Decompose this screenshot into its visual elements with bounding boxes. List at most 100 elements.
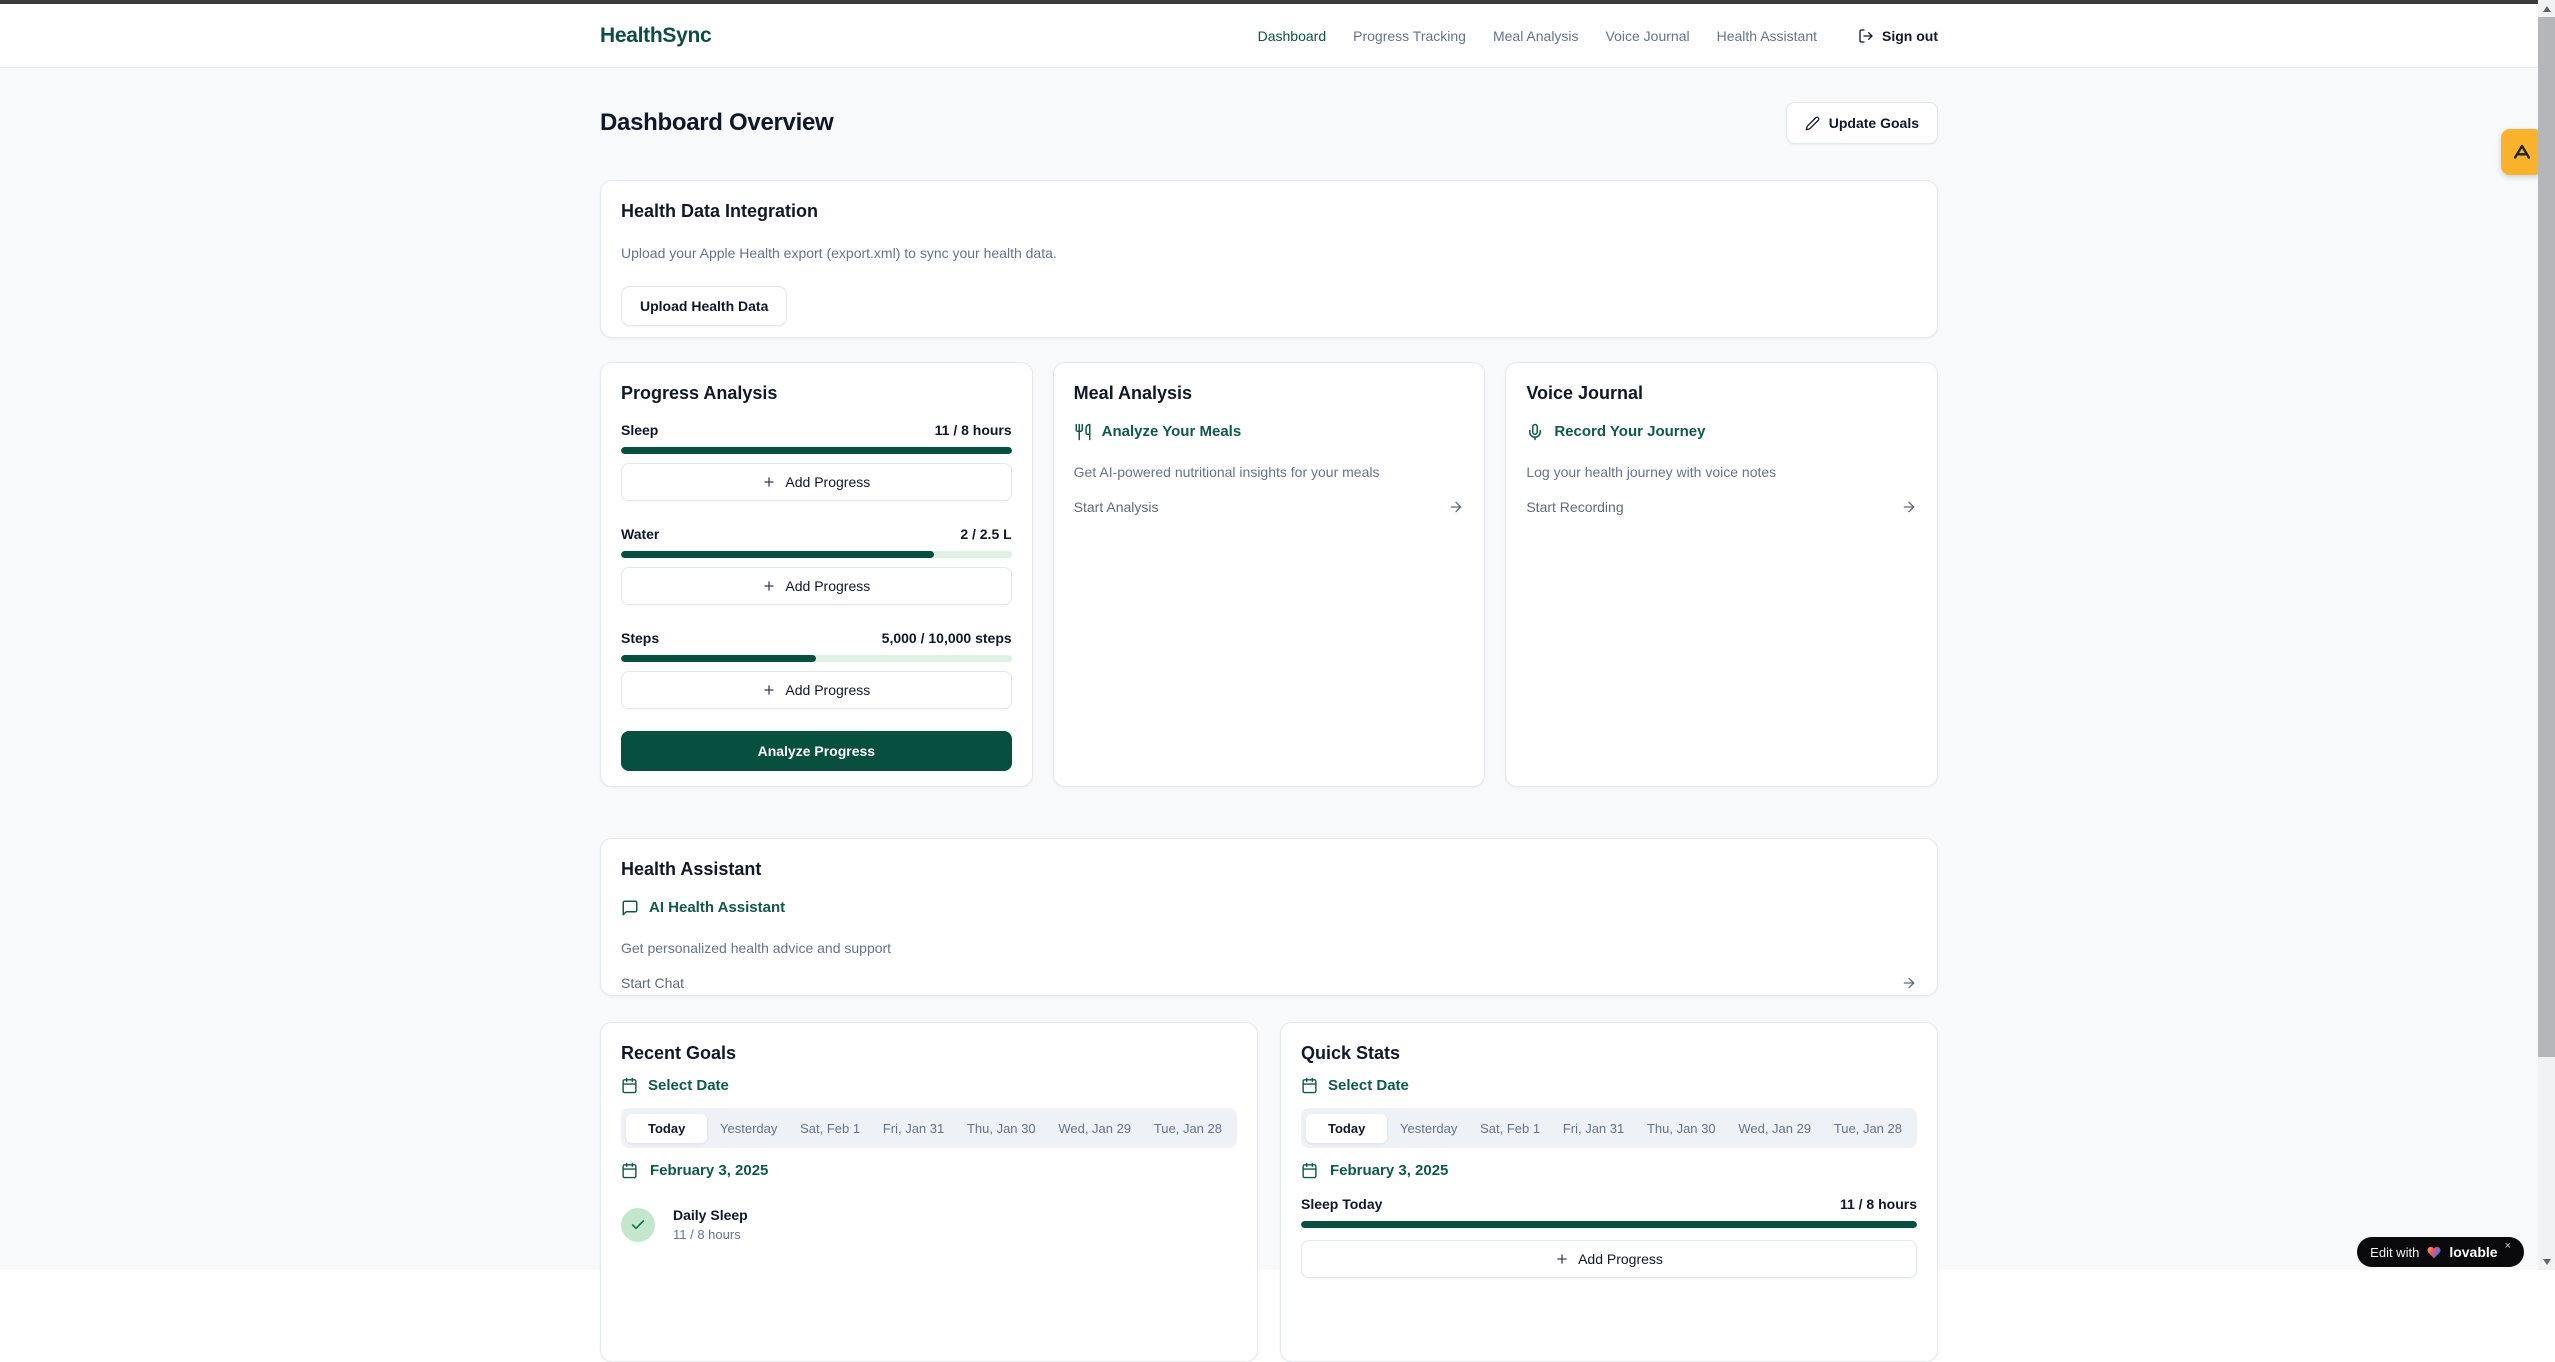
tab-wed-jan-29[interactable]: Wed, Jan 29 bbox=[1048, 1114, 1141, 1143]
select-date-label: Select Date bbox=[1328, 1077, 1409, 1094]
calendar-icon bbox=[621, 1077, 638, 1094]
logout-icon bbox=[1858, 28, 1874, 44]
quick-stats-title: Quick Stats bbox=[1301, 1041, 1917, 1065]
tab-fri-jan-31[interactable]: Fri, Jan 31 bbox=[873, 1114, 954, 1143]
edit-with-lovable-badge[interactable]: Edit with lovable × bbox=[2357, 1237, 2524, 1267]
start-analysis-label: Start Analysis bbox=[1074, 499, 1159, 515]
quick-stats-date-tabs: Today Yesterday Sat, Feb 1 Fri, Jan 31 T… bbox=[1301, 1108, 1917, 1148]
tab-tue-jan-28[interactable]: Tue, Jan 28 bbox=[1144, 1114, 1232, 1143]
arrow-right-icon bbox=[1901, 975, 1917, 991]
sleep-progress-fill bbox=[621, 447, 1012, 454]
add-progress-label: Add Progress bbox=[1578, 1251, 1663, 1267]
sleep-today-track bbox=[1301, 1221, 1917, 1228]
tab-wed-jan-29[interactable]: Wed, Jan 29 bbox=[1728, 1114, 1821, 1143]
health-data-title: Health Data Integration bbox=[621, 199, 1917, 223]
metric-water-label: Water bbox=[621, 525, 659, 544]
tab-fri-jan-31[interactable]: Fri, Jan 31 bbox=[1553, 1114, 1634, 1143]
vertical-scrollbar[interactable] bbox=[2538, 0, 2555, 1270]
recent-goals-title: Recent Goals bbox=[621, 1041, 1237, 1065]
start-recording-row[interactable]: Start Recording bbox=[1526, 499, 1917, 515]
pencil-icon bbox=[1805, 116, 1820, 131]
water-progress-fill bbox=[621, 551, 934, 558]
lovable-name-label: lovable bbox=[2449, 1244, 2497, 1260]
tab-thu-jan-30[interactable]: Thu, Jan 30 bbox=[1637, 1114, 1726, 1143]
sleep-progress-track bbox=[621, 447, 1012, 454]
add-progress-steps-button[interactable]: Add Progress bbox=[621, 671, 1012, 709]
app-root: HealthSync Dashboard Progress Tracking M… bbox=[0, 4, 2538, 1270]
metric-steps-value: 5,000 / 10,000 steps bbox=[882, 629, 1012, 648]
arrow-right-icon bbox=[1448, 499, 1464, 515]
health-assistant-title: Health Assistant bbox=[621, 857, 1917, 881]
metric-sleep-value: 11 / 8 hours bbox=[935, 421, 1012, 440]
goal-name: Daily Sleep bbox=[673, 1207, 748, 1223]
progress-analysis-title: Progress Analysis bbox=[621, 381, 1012, 405]
tab-yesterday[interactable]: Yesterday bbox=[710, 1114, 787, 1143]
nav-item-dashboard[interactable]: Dashboard bbox=[1258, 28, 1327, 44]
recent-goals-card: Recent Goals Select Date Today Yesterday… bbox=[600, 1022, 1258, 1362]
sign-out-button[interactable]: Sign out bbox=[1858, 28, 1938, 44]
scrollbar-up-arrow[interactable] bbox=[2538, 0, 2555, 17]
record-your-journey-label: Record Your Journey bbox=[1554, 421, 1705, 443]
analyze-your-meals-link[interactable]: Analyze Your Meals bbox=[1074, 421, 1465, 443]
nav-item-voice-journal[interactable]: Voice Journal bbox=[1606, 28, 1690, 44]
update-goals-button[interactable]: Update Goals bbox=[1786, 102, 1938, 144]
analyze-progress-button[interactable]: Analyze Progress bbox=[621, 731, 1012, 771]
plus-icon bbox=[762, 683, 776, 697]
lovable-close-icon[interactable]: × bbox=[2505, 1240, 2511, 1252]
start-chat-row[interactable]: Start Chat bbox=[621, 975, 1917, 991]
chat-bubble-icon bbox=[621, 899, 639, 917]
tab-yesterday[interactable]: Yesterday bbox=[1390, 1114, 1467, 1143]
voice-journal-title: Voice Journal bbox=[1526, 381, 1917, 405]
tab-sat-feb-1[interactable]: Sat, Feb 1 bbox=[790, 1114, 870, 1143]
tab-tue-jan-28[interactable]: Tue, Jan 28 bbox=[1824, 1114, 1912, 1143]
calendar-icon bbox=[621, 1162, 638, 1179]
upload-health-data-button[interactable]: Upload Health Data bbox=[621, 286, 787, 326]
nav-item-progress-tracking[interactable]: Progress Tracking bbox=[1353, 28, 1466, 44]
main-nav: Dashboard Progress Tracking Meal Analysi… bbox=[1258, 28, 1938, 44]
nav-item-health-assistant[interactable]: Health Assistant bbox=[1717, 28, 1817, 44]
lovable-prefix-label: Edit with bbox=[2370, 1245, 2419, 1260]
recent-goals-current-date: February 3, 2025 bbox=[621, 1162, 1237, 1179]
meal-analysis-description: Get AI-powered nutritional insights for … bbox=[1074, 463, 1465, 481]
goal-item-daily-sleep: Daily Sleep 11 / 8 hours bbox=[621, 1207, 1237, 1242]
metric-steps-label: Steps bbox=[621, 629, 659, 648]
start-recording-label: Start Recording bbox=[1526, 499, 1623, 515]
extension-logo-icon bbox=[2511, 141, 2533, 163]
quick-stats-add-progress-button[interactable]: Add Progress bbox=[1301, 1240, 1917, 1278]
water-progress-track bbox=[621, 551, 1012, 558]
metric-sleep: Sleep 11 / 8 hours Add Progress bbox=[621, 421, 1012, 501]
quick-stats-select-date[interactable]: Select Date bbox=[1301, 1077, 1917, 1094]
extension-badge-button[interactable] bbox=[2501, 129, 2543, 175]
tab-today[interactable]: Today bbox=[626, 1114, 707, 1143]
sleep-today-fill bbox=[1301, 1221, 1917, 1228]
scrollbar-thumb[interactable] bbox=[2538, 17, 2555, 1057]
steps-progress-fill bbox=[621, 655, 816, 662]
tab-today[interactable]: Today bbox=[1306, 1114, 1387, 1143]
mic-icon bbox=[1526, 423, 1544, 441]
steps-progress-track bbox=[621, 655, 1012, 662]
tab-thu-jan-30[interactable]: Thu, Jan 30 bbox=[957, 1114, 1046, 1143]
header: HealthSync Dashboard Progress Tracking M… bbox=[0, 4, 2538, 68]
utensils-icon bbox=[1074, 423, 1092, 441]
scrollbar-down-arrow[interactable] bbox=[2538, 1253, 2555, 1270]
voice-journal-description: Log your health journey with voice notes bbox=[1526, 463, 1917, 481]
nav-item-meal-analysis[interactable]: Meal Analysis bbox=[1493, 28, 1579, 44]
analyze-progress-label: Analyze Progress bbox=[758, 743, 876, 759]
tab-sat-feb-1[interactable]: Sat, Feb 1 bbox=[1470, 1114, 1550, 1143]
add-progress-water-button[interactable]: Add Progress bbox=[621, 567, 1012, 605]
brand-logo: HealthSync bbox=[600, 24, 711, 48]
recent-goals-select-date[interactable]: Select Date bbox=[621, 1077, 1237, 1094]
ai-health-assistant-link[interactable]: AI Health Assistant bbox=[621, 897, 1917, 919]
start-chat-label: Start Chat bbox=[621, 975, 684, 991]
check-circle-icon bbox=[621, 1208, 655, 1242]
quick-stats-card: Quick Stats Select Date Today Yesterday … bbox=[1280, 1022, 1938, 1362]
start-analysis-row[interactable]: Start Analysis bbox=[1074, 499, 1465, 515]
metric-water: Water 2 / 2.5 L Add Progress bbox=[621, 525, 1012, 605]
goal-value: 11 / 8 hours bbox=[673, 1227, 748, 1242]
current-date-label: February 3, 2025 bbox=[1330, 1162, 1448, 1179]
record-your-journey-link[interactable]: Record Your Journey bbox=[1526, 421, 1917, 443]
voice-journal-card: Voice Journal Record Your Journey Log yo… bbox=[1505, 362, 1938, 787]
metric-steps: Steps 5,000 / 10,000 steps Add Progress bbox=[621, 629, 1012, 709]
health-data-integration-card: Health Data Integration Upload your Appl… bbox=[600, 180, 1938, 338]
add-progress-sleep-button[interactable]: Add Progress bbox=[621, 463, 1012, 501]
